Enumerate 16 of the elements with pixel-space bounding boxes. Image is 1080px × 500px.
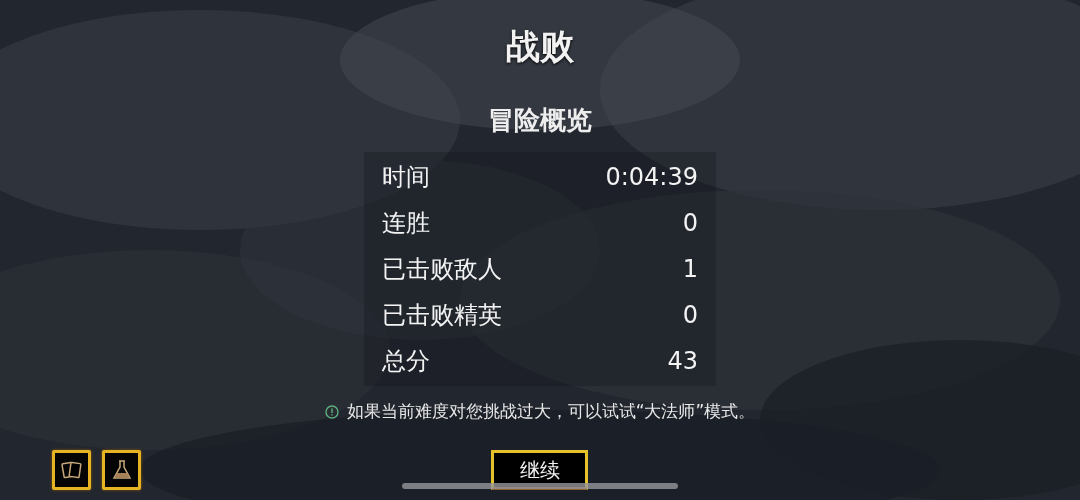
info-icon (324, 404, 339, 419)
stat-value: 0:04:39 (605, 163, 698, 191)
stat-value: 1 (682, 255, 698, 283)
potion-button[interactable] (102, 450, 141, 490)
hint-text: 如果当前难度对您挑战过大，可以试试“大法师”模式。 (346, 400, 756, 423)
stat-label: 已击败精英 (382, 300, 502, 331)
stat-label: 已击败敌人 (382, 254, 502, 285)
stat-value: 43 (667, 347, 698, 375)
stat-label: 连胜 (382, 208, 430, 239)
screen-title: 战败 (506, 25, 574, 68)
stat-value: 0 (682, 209, 698, 237)
cards-button[interactable] (52, 450, 91, 490)
stat-label: 时间 (382, 162, 430, 193)
stat-value: 0 (682, 301, 698, 329)
summary-heading: 冒险概览 (488, 104, 592, 137)
stat-label: 总分 (382, 346, 430, 377)
